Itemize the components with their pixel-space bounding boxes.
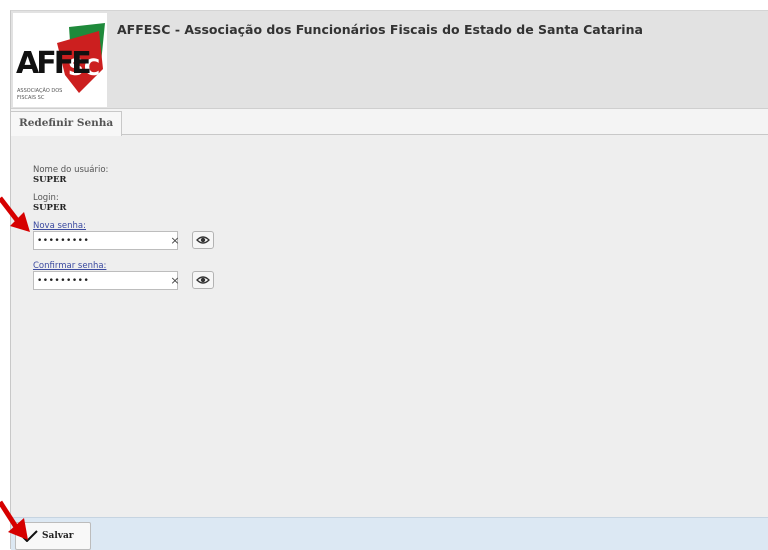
clear-icon[interactable]: × [168, 233, 182, 249]
svg-text:FISCAIS SC: FISCAIS SC [17, 95, 45, 101]
login-label: Login: [33, 193, 59, 203]
username-value: SUPER [33, 175, 67, 185]
eye-icon[interactable] [192, 231, 214, 249]
affesc-logo: SC AFFE ASSOCIAÇÃO DOS FISCAIS SC [13, 13, 107, 107]
login-value: SUPER [33, 203, 67, 213]
tab-redefinir-senha[interactable]: Redefinir Senha [11, 111, 123, 136]
confirm-password-label: Confirmar senha: [33, 261, 107, 271]
red-arrow-annotation [0, 196, 30, 232]
confirm-password-field[interactable] [33, 271, 178, 290]
new-password-field[interactable] [33, 231, 178, 250]
header: SC AFFE ASSOCIAÇÃO DOS FISCAIS SC AFFESC… [11, 11, 768, 109]
new-password-label: Nova senha: [33, 221, 87, 231]
svg-text:AFFE: AFFE [16, 46, 90, 81]
svg-text:ASSOCIAÇÃO DOS: ASSOCIAÇÃO DOS [17, 87, 62, 94]
app-title: AFFESC - Associação dos Funcionários Fis… [117, 22, 643, 37]
red-arrow-annotation [0, 500, 28, 540]
username-label: Nome do usuário: [33, 165, 109, 175]
app-window: SC AFFE ASSOCIAÇÃO DOS FISCAIS SC AFFESC… [10, 10, 768, 550]
eye-icon[interactable] [192, 271, 214, 289]
tab-bar: Redefinir Senha [11, 109, 768, 136]
save-button-label: Salvar [42, 531, 74, 541]
clear-icon[interactable]: × [168, 273, 182, 289]
footer-toolbar: Salvar [11, 517, 768, 550]
